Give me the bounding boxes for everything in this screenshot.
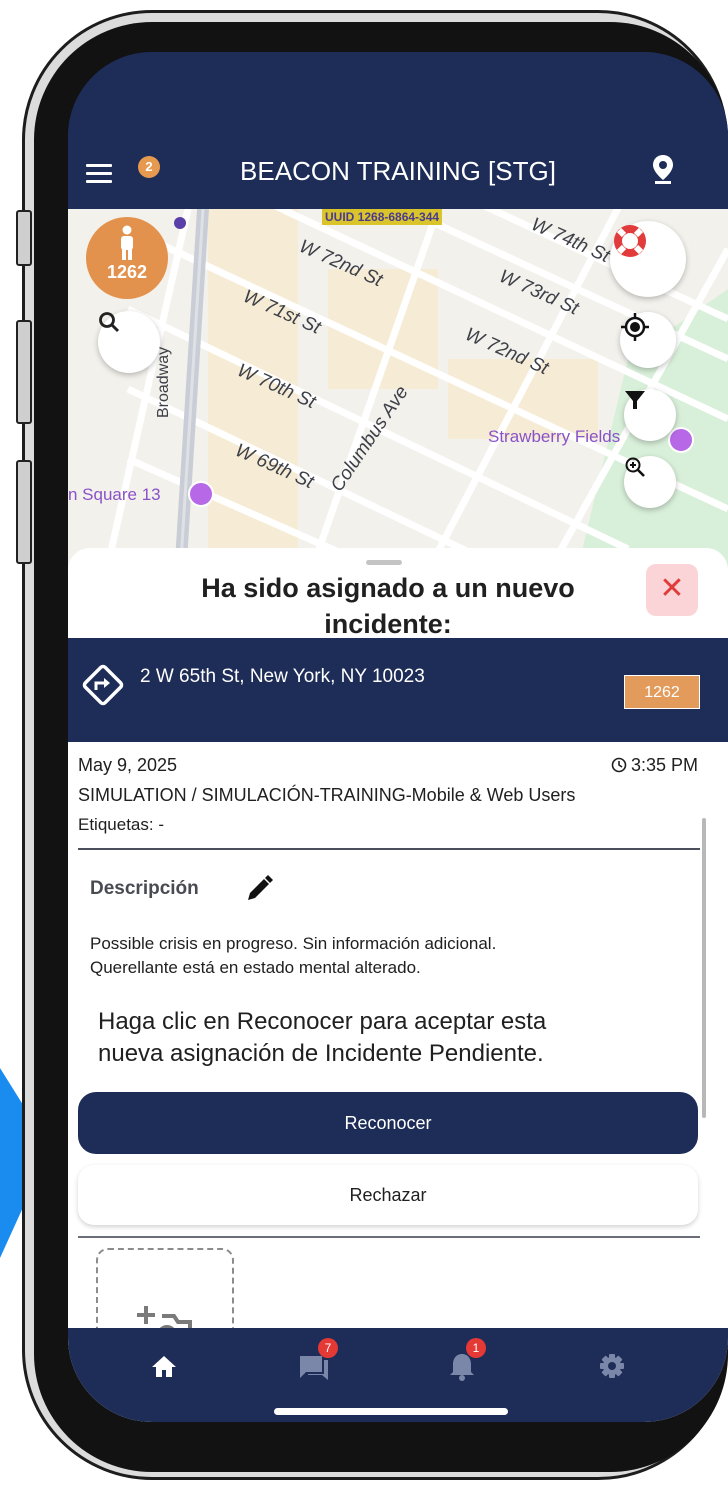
- edit-pencil-icon[interactable]: [244, 874, 274, 904]
- cinema-poi-icon: [188, 481, 214, 507]
- incident-address: 2 W 65th St, New York, NY 10023: [140, 666, 425, 687]
- clock-icon: [611, 757, 627, 773]
- phone-side-button-3: [16, 460, 32, 564]
- acknowledge-prompt: Haga clic en Reconocer para aceptar esta…: [98, 1006, 688, 1070]
- my-location-button[interactable]: [620, 312, 676, 368]
- emergency-lifebuoy-button[interactable]: [610, 221, 686, 297]
- crosshair-icon: [621, 313, 649, 341]
- app-title: BEACON TRAINING [STG]: [240, 156, 556, 186]
- scrollbar[interactable]: [702, 818, 706, 1118]
- acknowledge-button[interactable]: Reconocer: [78, 1092, 698, 1154]
- description-line1: Possible crisis en progreso. Sin informa…: [90, 934, 497, 953]
- divider: [78, 1236, 700, 1238]
- description-line2: Querellante está en estado mental altera…: [90, 958, 421, 977]
- incident-time: 3:35 PM: [630, 755, 698, 775]
- incident-type: SIMULATION / SIMULACIÓN-TRAINING-Mobile …: [78, 785, 576, 805]
- sheet-title: Ha sido asignado a un nuevo incidente:: [128, 570, 648, 642]
- phone-screen: 2 BEACON TRAINING [STG] UUID 1268-6864-3…: [68, 52, 728, 1422]
- prompt-line2: nueva asignación de Incidente Pendiente.: [98, 1040, 544, 1067]
- incident-date: May 9, 2025: [78, 755, 178, 775]
- prompt-line1: Haga clic en Reconocer para aceptar esta: [98, 1008, 547, 1035]
- reject-button[interactable]: Rechazar: [78, 1165, 698, 1225]
- search-map-button[interactable]: [98, 311, 160, 373]
- incident-time-wrap: 3:35 PM: [611, 755, 698, 776]
- description-text: Possible crisis en progreso. Sin informa…: [90, 932, 690, 980]
- poi-label-strawberry-fields: Strawberry Fields: [488, 427, 621, 446]
- app-bar: 2 BEACON TRAINING [STG]: [68, 52, 728, 209]
- unit-marker-number: 1262: [106, 262, 148, 282]
- zoom-in-button[interactable]: [624, 456, 676, 508]
- park-poi-icon: [668, 427, 694, 453]
- phone-side-button-1: [16, 210, 32, 266]
- incident-sheet: Ha sido asignado a un nuevo incidente: ✕…: [68, 548, 728, 1422]
- uuid-tag: UUID 1268-6864-344: [322, 209, 443, 225]
- person-icon: [121, 225, 133, 260]
- messages-badge: 7: [318, 1338, 338, 1358]
- nav-home[interactable]: [144, 1346, 184, 1386]
- nav-settings[interactable]: [592, 1346, 632, 1386]
- location-pin-icon[interactable]: [652, 154, 674, 184]
- lifebuoy-icon: [614, 225, 646, 257]
- sheet-drag-handle[interactable]: [366, 560, 402, 565]
- divider: [78, 848, 700, 850]
- gear-icon: [600, 1354, 624, 1378]
- filter-icon: [625, 391, 645, 409]
- phone-side-button-2: [16, 320, 32, 424]
- unit-marker[interactable]: 1262: [86, 217, 168, 299]
- nav-notifications[interactable]: 1: [442, 1338, 486, 1386]
- close-button[interactable]: ✕: [646, 564, 698, 616]
- unit-badge: 1262: [624, 675, 700, 709]
- home-icon: [152, 1356, 176, 1377]
- filter-button[interactable]: [624, 389, 676, 441]
- sheet-title-line1: Ha sido asignado a un nuevo: [201, 573, 575, 603]
- poi-label-cinema: n Square 13: [68, 485, 161, 504]
- sheet-title-line2: incidente:: [324, 609, 452, 639]
- address-bar: 2 W 65th St, New York, NY 10023 1262: [68, 638, 728, 742]
- nav-messages[interactable]: 7: [294, 1338, 338, 1386]
- zoom-in-icon: [625, 457, 645, 477]
- search-icon: [99, 312, 120, 333]
- close-icon: ✕: [659, 572, 685, 605]
- directions-icon[interactable]: [80, 662, 126, 708]
- notifications-badge: 1: [466, 1338, 486, 1358]
- home-indicator: [274, 1408, 508, 1415]
- incident-tags: Etiquetas: -: [78, 815, 164, 834]
- street-label: Broadway: [155, 346, 172, 418]
- description-heading: Descripción: [90, 878, 199, 899]
